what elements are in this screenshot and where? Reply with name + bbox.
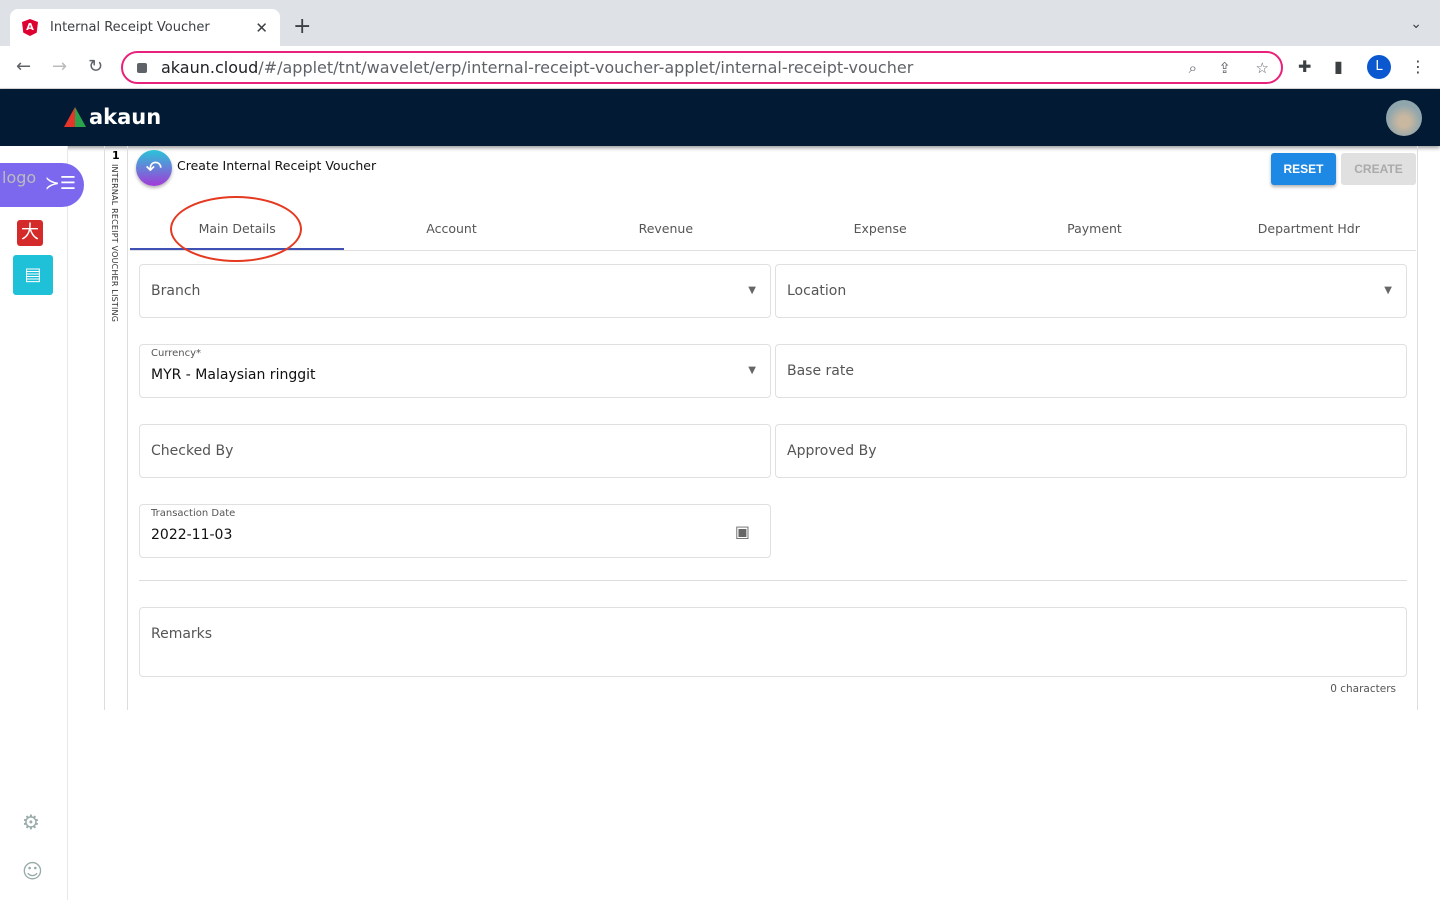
- star-icon[interactable]: ☆: [1256, 59, 1269, 77]
- zoom-icon[interactable]: ⌕: [1189, 59, 1197, 77]
- reset-button[interactable]: RESET: [1271, 153, 1336, 185]
- close-tab-icon[interactable]: ✕: [255, 19, 268, 37]
- list-icon[interactable]: ▤: [13, 255, 53, 295]
- url-path: /#/applet/tnt/wavelet/erp/internal-recei…: [258, 58, 914, 77]
- tab-department-hdr[interactable]: Department Hdr: [1202, 209, 1416, 250]
- remarks-textarea[interactable]: Remarks: [139, 607, 1407, 677]
- location-select[interactable]: Location ▼: [775, 264, 1407, 318]
- sidepanel-icon[interactable]: ▮: [1334, 57, 1343, 76]
- currency-select[interactable]: Currency* MYR - Malaysian ringgit ▼: [139, 344, 771, 398]
- base-rate-input[interactable]: Base rate: [775, 344, 1407, 398]
- transaction-date-input[interactable]: Transaction Date 2022-11-03 ▣: [139, 504, 771, 558]
- browser-tabbar: A Internal Receipt Voucher ✕ + ⌄: [0, 0, 1440, 46]
- character-count: 0 characters: [1330, 683, 1396, 695]
- currency-value: MYR - Malaysian ringgit: [151, 367, 316, 383]
- address-bar[interactable]: akaun.cloud/#/applet/tnt/wavelet/erp/int…: [121, 51, 1283, 84]
- checked-by-input[interactable]: Checked By: [139, 424, 771, 478]
- dropdown-arrow-icon: ▼: [748, 365, 756, 376]
- main-panel: ↶ Create Internal Receipt Voucher RESET …: [128, 146, 1418, 710]
- dropdown-arrow-icon: ▼: [1384, 285, 1392, 296]
- listing-count: 1: [112, 149, 120, 162]
- reload-icon[interactable]: ↻: [88, 56, 103, 77]
- calendar-icon[interactable]: ▣: [735, 522, 750, 541]
- listing-label: INTERNAL RECEIPT VOUCHER LISTING: [110, 164, 119, 323]
- browser-toolbar: ← → ↻ akaun.cloud/#/applet/tnt/wavelet/e…: [0, 46, 1440, 89]
- share-icon[interactable]: ⇪: [1218, 59, 1231, 77]
- base-rate-label: Base rate: [787, 363, 854, 379]
- location-label: Location: [787, 283, 847, 299]
- remarks-label: Remarks: [151, 626, 213, 642]
- applet-icon-red[interactable]: 大: [17, 220, 43, 246]
- listing-collapsed-panel[interactable]: 1 INTERNAL RECEIPT VOUCHER LISTING: [104, 146, 128, 710]
- profile-avatar[interactable]: L: [1367, 55, 1391, 79]
- menu-toggle-icon[interactable]: ≻☰: [45, 173, 76, 194]
- lock-icon: [137, 62, 147, 73]
- date-label: Transaction Date: [151, 508, 236, 519]
- forward-icon[interactable]: →: [52, 56, 67, 77]
- left-sidebar: logo ≻☰ 大 ▤ ⚙ ☺: [0, 146, 84, 900]
- tab-bar: Main Details Account Revenue Expense Pay…: [130, 209, 1416, 251]
- angular-icon: A: [22, 19, 38, 36]
- user-avatar[interactable]: [1386, 100, 1422, 136]
- create-button[interactable]: CREATE: [1341, 153, 1416, 185]
- tab-expense[interactable]: Expense: [773, 209, 987, 250]
- sidebar-logo[interactable]: logo ≻☰: [0, 163, 84, 207]
- divider: [139, 580, 1407, 581]
- tab-title: Internal Receipt Voucher: [50, 20, 210, 35]
- approved-by-label: Approved By: [787, 443, 877, 459]
- date-value: 2022-11-03: [151, 527, 233, 543]
- branch-label: Branch: [151, 283, 201, 299]
- gear-icon[interactable]: ⚙: [22, 810, 40, 834]
- extensions-icon[interactable]: ✚: [1298, 57, 1311, 76]
- browser-tab[interactable]: A Internal Receipt Voucher ✕: [10, 9, 280, 46]
- brand-name: akaun: [89, 105, 162, 129]
- page-title: Create Internal Receipt Voucher: [177, 158, 377, 173]
- branch-select[interactable]: Branch ▼: [139, 264, 771, 318]
- approved-by-input[interactable]: Approved By: [775, 424, 1407, 478]
- url-host: akaun.cloud: [161, 58, 259, 77]
- annotation-circle: [170, 196, 302, 262]
- tab-account[interactable]: Account: [344, 209, 558, 250]
- brand-logo[interactable]: akaun: [64, 105, 161, 129]
- tab-payment[interactable]: Payment: [987, 209, 1201, 250]
- chevron-down-icon[interactable]: ⌄: [1410, 16, 1422, 32]
- back-button[interactable]: ↶: [136, 150, 172, 186]
- logo-alt-text: logo: [2, 168, 37, 187]
- new-tab-icon[interactable]: +: [293, 14, 311, 39]
- dropdown-arrow-icon: ▼: [748, 285, 756, 296]
- tab-revenue[interactable]: Revenue: [559, 209, 773, 250]
- checked-by-label: Checked By: [151, 443, 234, 459]
- back-icon[interactable]: ←: [16, 56, 31, 77]
- akaun-logo-icon: [64, 107, 86, 127]
- user-icon[interactable]: ☺: [22, 859, 43, 883]
- menu-dots-icon[interactable]: ⋮: [1410, 57, 1426, 76]
- app-header: akaun: [0, 89, 1440, 146]
- currency-label: Currency*: [151, 348, 202, 359]
